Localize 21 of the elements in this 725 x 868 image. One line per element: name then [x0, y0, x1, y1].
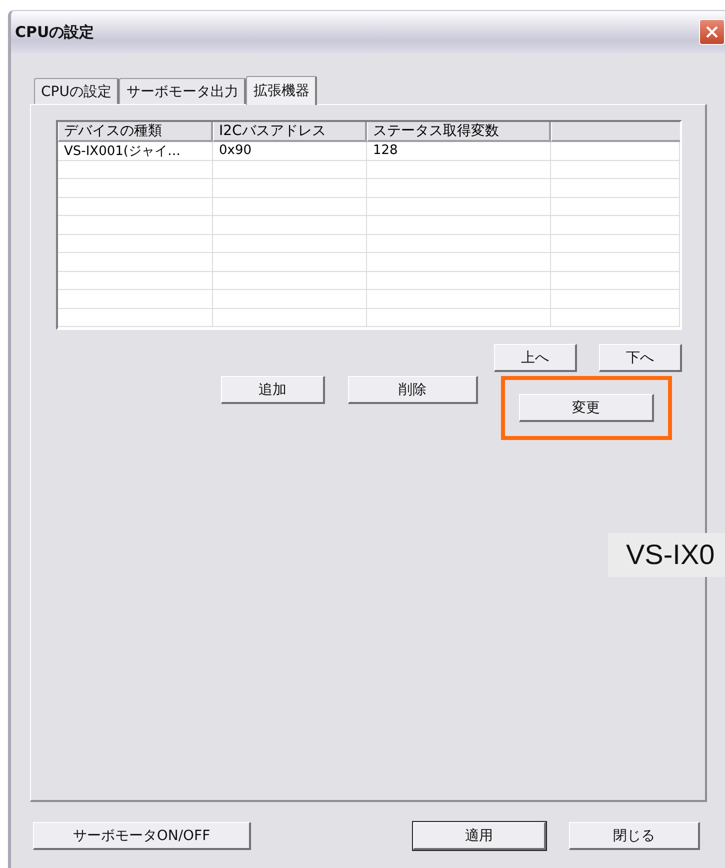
table-cell: 128 — [367, 142, 551, 160]
column-header[interactable]: I2Cバスアドレス — [213, 122, 367, 142]
table-cell: 0x90 — [213, 142, 367, 160]
tab[interactable]: 拡張機器 — [246, 76, 318, 105]
column-header[interactable]: ステータス取得変数 — [367, 122, 551, 142]
column-header[interactable]: デバイスの種類 — [58, 122, 213, 142]
delete-button[interactable]: 削除 — [348, 376, 478, 404]
change-button[interactable]: 変更 — [519, 394, 654, 422]
window-title: CPUの設定 — [15, 22, 94, 42]
apply-button[interactable]: 適用 — [413, 822, 546, 850]
move-up-button[interactable]: 上へ — [494, 344, 577, 372]
add-button[interactable]: 追加 — [221, 376, 325, 404]
tab[interactable]: サーボモータ出力 — [119, 78, 246, 104]
move-down-button[interactable]: 下へ — [599, 344, 682, 372]
servo-toggle-button[interactable]: サーボモータON/OFF — [33, 822, 251, 850]
close-button[interactable] — [699, 19, 725, 45]
close-icon — [704, 24, 720, 40]
close-dialog-button[interactable]: 閉じる — [569, 822, 700, 850]
caption-overlay: VS-IX0 — [608, 533, 725, 577]
tab[interactable]: CPUの設定 — [34, 78, 120, 104]
table-cell: VS-IX001(ジャイ… — [58, 142, 213, 160]
